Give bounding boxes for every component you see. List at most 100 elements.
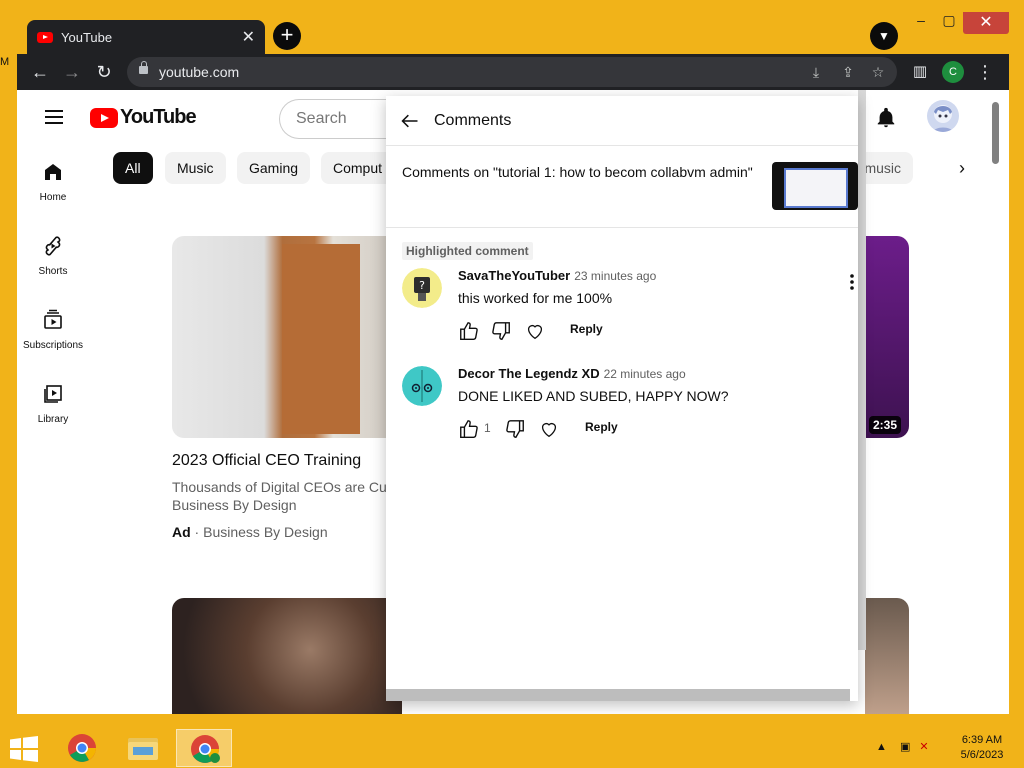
network-icon[interactable]: ▣ [900,741,910,753]
url-text: youtube.com [159,64,240,80]
tab-close-icon[interactable]: ✕ [242,27,255,47]
guide-item-shorts[interactable]: Shorts [17,234,89,277]
lock-icon [139,61,148,74]
shorts-icon [45,236,61,256]
like-icon[interactable] [458,320,480,342]
panel-bottom-scrollbar[interactable] [386,689,850,701]
subscriptions-icon [44,309,62,329]
reply-button[interactable]: Reply [585,420,618,434]
taskbar-chrome[interactable] [54,729,110,767]
commenter-avatar[interactable] [402,366,442,406]
chip-all[interactable]: All [113,152,153,184]
share-icon[interactable]: ⇪ [839,63,857,81]
highlighted-comment-badge: Highlighted comment [402,242,533,260]
ad-label: Ad [172,524,191,540]
guide-label: Home [39,192,67,203]
guide-label: Library [37,414,69,425]
video-title[interactable]: 2023 Official CEO Training [172,452,361,470]
desktop-edge-text: M [0,56,10,68]
hamburger-menu-icon[interactable] [45,110,63,124]
install-icon[interactable]: ⤓ [807,63,825,81]
comment-time[interactable]: 23 minutes ago [574,269,656,283]
comment-time[interactable]: 22 minutes ago [604,367,686,381]
video-description-line2: Business By Design [172,497,297,513]
windows-taskbar: ▲ ▣ ✕ 6:39 AM 5/6/2023 [0,728,1024,768]
panel-scrollbar[interactable] [858,90,866,650]
system-tray: ▲ ▣ ✕ [876,740,929,753]
home-icon [45,164,61,180]
youtube-page: YouTube Search Home Shorts Subscriptions [17,90,1009,714]
svg-text:?: ? [419,279,425,292]
browser-toolbar: ← → ↻ youtube.com ⤓ ⇪ ☆ ▥ C ⋮ [17,54,1009,90]
video-context-thumbnail[interactable] [772,162,858,210]
video-ad-meta: Ad · Business By Design [172,524,328,540]
chip-music[interactable]: Music [165,152,226,184]
commenter-avatar[interactable]: ? [402,268,442,308]
chrome-window: YouTube ✕ + ▼ – ▢ ✕ ← → ↻ youtube.com ⤓ … [17,10,1009,714]
chip-gaming[interactable]: Gaming [237,152,311,184]
guide-item-home[interactable]: Home [17,160,89,203]
comment-author[interactable]: SavaTheYouTuber 23 minutes ago [458,268,656,283]
clock-time: 6:39 AM [961,734,1003,746]
more-actions-icon[interactable] [842,272,862,292]
back-button[interactable]: ← [27,59,53,85]
windows-start-icon[interactable] [10,736,38,762]
dislike-icon[interactable] [490,320,512,342]
tab-title: YouTube [61,29,113,45]
comment-author[interactable]: Decor The Legendz XD 22 minutes ago [458,366,686,381]
comments-panel: Comments Comments on "tutorial 1: how to… [386,96,858,701]
tab-youtube[interactable]: YouTube ✕ [27,20,265,54]
guide-item-library[interactable]: Library [17,382,89,425]
channel-name[interactable]: Business By Design [203,524,328,540]
new-tab-button[interactable]: + [273,22,301,50]
youtube-favicon-icon [37,31,53,43]
tray-expand-icon[interactable]: ▲ [876,741,887,753]
video-description: Thousands of Digital CEOs are Cur [172,479,387,495]
comments-panel-title: Comments [434,112,512,129]
guide-item-subscriptions[interactable]: Subscriptions [17,308,89,351]
forward-button[interactable]: → [59,59,85,85]
clock-date: 5/6/2023 [960,749,1004,761]
comment-author-name[interactable]: Decor The Legendz XD [458,366,600,381]
reload-button[interactable]: ↻ [91,59,117,85]
taskbar-chrome-active[interactable] [176,729,232,767]
library-icon [44,385,62,403]
taskbar-file-explorer[interactable] [115,729,171,767]
youtube-play-icon [90,107,118,128]
guide-label: Shorts [38,266,68,277]
like-icon[interactable] [458,418,480,440]
side-panel-icon[interactable]: ▥ [907,59,933,85]
comments-context: Comments on "tutorial 1: how to becom co… [386,146,858,228]
chrome-menu-icon[interactable]: ⋮ [972,59,998,85]
chrome-icon [68,734,96,762]
dislike-icon[interactable] [504,418,526,440]
account-avatar[interactable] [927,100,959,132]
video-thumbnail[interactable] [172,236,402,438]
taskbar-clock[interactable]: 6:39 AM 5/6/2023 [950,733,1014,763]
maximize-button[interactable]: ▢ [933,12,965,34]
comment-author-name[interactable]: SavaTheYouTuber [458,268,570,283]
guide-label: Subscriptions [22,340,84,351]
window-close-button[interactable]: ✕ [963,12,1009,34]
address-bar[interactable]: youtube.com ⤓ ⇪ ☆ [127,57,897,87]
comments-panel-header: Comments [386,96,858,146]
comment-text: DONE LIKED AND SUBED, HAPPY NOW? [458,388,729,404]
video-thumbnail-partial[interactable] [865,598,909,714]
page-scrollbar[interactable] [992,102,999,164]
profile-avatar[interactable]: C [942,61,964,83]
youtube-logo[interactable]: YouTube [90,106,197,129]
tab-search-button[interactable]: ▼ [870,22,898,50]
youtube-logo-text: YouTube [120,106,197,128]
video-thumbnail-partial[interactable] [865,236,909,438]
video-thumbnail[interactable] [172,598,402,714]
chevron-right-icon[interactable]: › [952,158,972,178]
back-arrow-icon[interactable] [400,111,420,131]
volume-muted-icon[interactable]: ✕ [919,741,928,753]
like-count: 1 [484,421,491,435]
bookmark-star-icon[interactable]: ☆ [869,63,887,81]
notifications-bell-icon[interactable] [875,106,897,130]
chip-computers[interactable]: Comput [321,152,395,184]
heart-icon[interactable] [524,320,546,342]
reply-button[interactable]: Reply [570,322,603,336]
heart-icon[interactable] [538,418,560,440]
